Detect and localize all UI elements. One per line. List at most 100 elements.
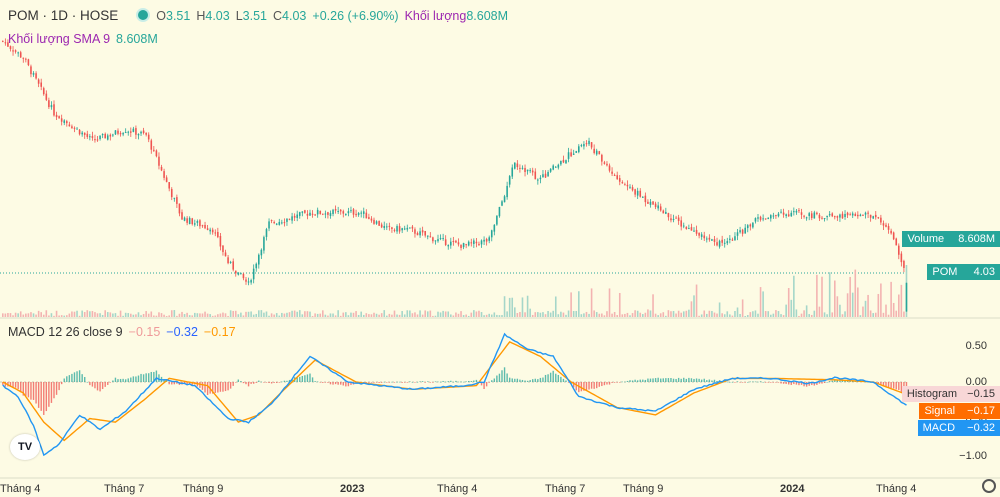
candle-body — [539, 177, 542, 180]
candle-body — [588, 140, 590, 145]
volume-bar — [467, 315, 470, 317]
volume-bar — [772, 313, 775, 317]
candle-body — [757, 217, 759, 219]
tradingview-logo[interactable]: TV — [10, 434, 40, 460]
volume-bar — [291, 310, 293, 317]
histogram-bar — [547, 374, 549, 382]
histogram-bar — [398, 381, 401, 383]
candle-body — [519, 167, 521, 169]
volume-bar — [741, 299, 744, 317]
volume-bar — [242, 315, 245, 317]
candle-body — [170, 189, 173, 198]
histogram-bar — [647, 378, 649, 382]
histogram-bar — [475, 379, 478, 382]
volume-bar — [470, 312, 473, 317]
volume-bar — [199, 313, 201, 317]
histogram-bar — [66, 376, 68, 382]
histogram-bar — [488, 382, 490, 383]
volume-bar — [903, 311, 905, 317]
volume-bar — [721, 313, 723, 317]
histogram-bar — [652, 378, 654, 382]
volume-bar — [58, 315, 60, 317]
volume-bar — [83, 312, 86, 317]
histogram-bar — [368, 382, 370, 383]
candle-body — [552, 165, 554, 170]
candle-body — [37, 79, 40, 84]
candle-body — [135, 128, 137, 135]
candle-body — [242, 273, 245, 279]
candle-body — [657, 205, 659, 209]
volume-bar — [424, 310, 426, 317]
candle-body — [531, 170, 534, 173]
histogram-bar — [173, 382, 176, 385]
candle-body — [652, 201, 654, 205]
histogram-bar — [698, 378, 700, 382]
volume-bar — [800, 313, 803, 317]
candle-body — [764, 218, 767, 220]
histogram-bar — [283, 380, 286, 382]
candle-body — [467, 241, 470, 246]
volume-bar — [616, 315, 618, 317]
volume-bar — [370, 314, 373, 317]
volume-bar — [145, 311, 147, 317]
candle-body — [892, 232, 895, 240]
candle-body — [872, 216, 874, 219]
histogram-bar — [396, 381, 398, 383]
volume-bar — [237, 314, 240, 317]
candle-body — [677, 217, 680, 222]
candle-body — [368, 217, 370, 219]
candle-body — [273, 221, 275, 224]
volume-bar — [872, 313, 874, 317]
volume-bar — [204, 311, 206, 317]
candle-body — [731, 239, 734, 241]
histogram-bar — [427, 381, 429, 382]
volume-bar — [137, 312, 140, 317]
candle-body — [429, 236, 432, 238]
candle-body — [314, 214, 316, 216]
histogram-bar — [84, 377, 86, 382]
volume-bar — [823, 312, 826, 317]
volume-bar — [286, 312, 288, 317]
histogram-bar — [695, 378, 698, 382]
symbol-title[interactable]: POM · 1D · HOSE — [8, 8, 118, 23]
candle-body — [327, 212, 329, 215]
candle-body — [503, 196, 506, 203]
histogram-bar — [508, 377, 511, 382]
candle-body — [247, 281, 250, 283]
volume-bar — [854, 269, 857, 317]
volume-bar — [767, 311, 770, 317]
candle-body — [245, 279, 247, 282]
volume-sma-label[interactable]: Khối lượng SMA 9 — [8, 32, 110, 46]
volume-bar — [685, 310, 688, 317]
candle-body — [150, 140, 153, 150]
histogram-bar — [158, 374, 160, 382]
volume-bar — [629, 315, 631, 317]
macd-indicator-label[interactable]: MACD 12 26 close 9 — [8, 325, 123, 339]
candle-body — [263, 237, 265, 251]
volume-bar — [531, 314, 534, 317]
volume-bar — [503, 296, 506, 317]
volume-bar — [409, 310, 411, 317]
volume-bar — [275, 313, 278, 317]
candle-body — [130, 131, 132, 133]
candle-body — [816, 212, 818, 215]
time-axis-tick: 2023 — [340, 483, 365, 495]
candle-body — [726, 241, 729, 244]
histogram-bar — [411, 381, 414, 383]
candle-body — [365, 212, 368, 219]
candle-body — [869, 214, 872, 218]
histogram-bar — [680, 378, 682, 382]
histogram-bar — [27, 382, 30, 398]
volume-bar — [790, 299, 793, 317]
histogram-bar — [71, 373, 73, 382]
volume-bar — [488, 313, 490, 317]
histogram-bar — [250, 382, 252, 384]
histogram-bar — [342, 382, 344, 386]
chart-canvas[interactable] — [0, 0, 1000, 497]
settings-gear-icon[interactable] — [982, 479, 996, 493]
candle-body — [304, 210, 306, 213]
candle-body — [78, 129, 81, 135]
volume-bar — [749, 312, 752, 317]
volume-bar — [135, 314, 137, 317]
candle-body — [603, 162, 606, 164]
